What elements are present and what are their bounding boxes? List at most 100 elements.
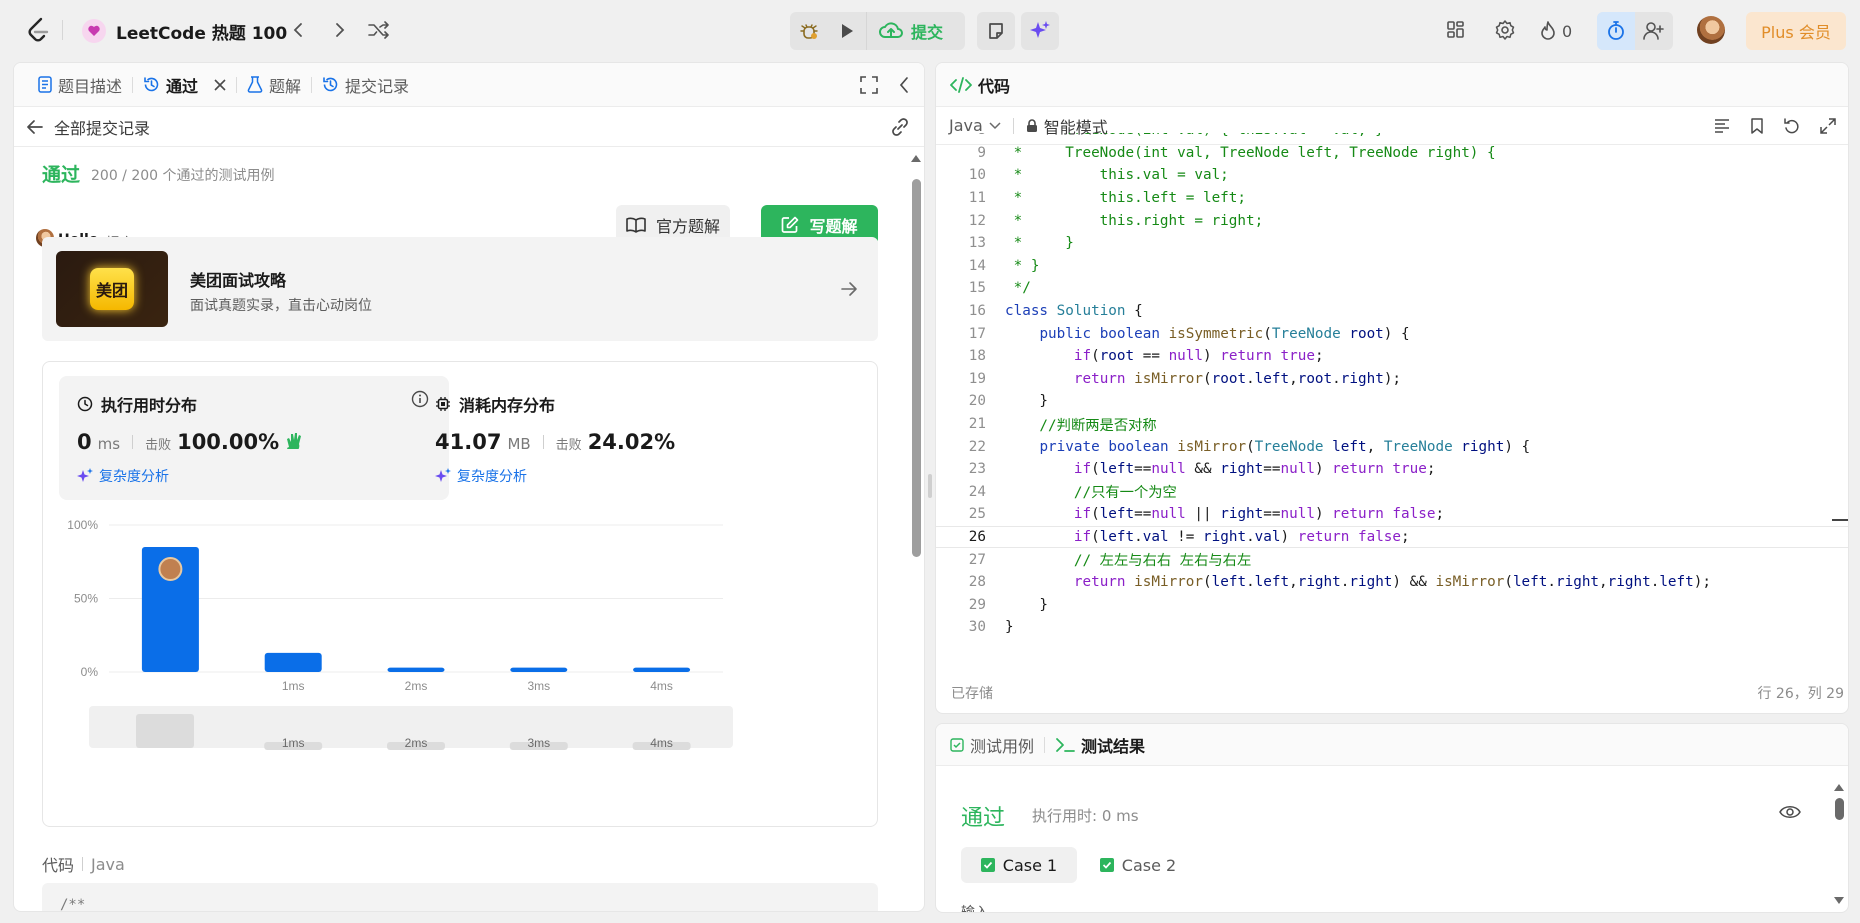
eye-icon[interactable] — [1779, 804, 1801, 820]
code-line[interactable]: 14 * } — [936, 255, 1848, 278]
settings-gear-icon[interactable] — [1493, 18, 1517, 42]
chart-bar[interactable] — [387, 667, 445, 672]
chart-bar[interactable] — [633, 667, 691, 672]
plus-membership-button[interactable]: Plus 会员 — [1746, 12, 1846, 50]
runtime-distribution-chart[interactable]: 100% 50% 0% 1ms 2ms 3ms 4ms 1ms 2ms 3ms 4ms — [53, 510, 853, 830]
code-line[interactable]: 24 //只有一个为空 — [936, 481, 1848, 504]
code-line[interactable]: 27 // 左左与右右 左右与右左 — [936, 548, 1848, 571]
streak-count: 0 — [1562, 21, 1573, 41]
share-link-icon[interactable] — [890, 117, 910, 137]
close-icon[interactable] — [214, 78, 226, 91]
scroll-up-icon[interactable] — [1833, 782, 1845, 792]
left-scrollbar[interactable] — [910, 153, 922, 899]
case-tab-1[interactable]: Case 1 — [961, 847, 1077, 883]
tab-accepted-label: 通过 — [166, 76, 199, 96]
debug-icon[interactable] — [790, 12, 828, 50]
run-icon[interactable] — [828, 12, 866, 50]
x-tick-label: 1ms — [282, 679, 305, 693]
memory-analysis-label: 复杂度分析 — [457, 469, 527, 485]
checkbox-icon — [950, 737, 964, 752]
add-friend-icon[interactable] — [1635, 12, 1673, 50]
code-line[interactable]: 10 * this.val = val; — [936, 164, 1848, 187]
brush-selection[interactable] — [136, 714, 194, 748]
history-icon — [322, 76, 339, 93]
panel-resize-handle[interactable] — [928, 474, 932, 498]
runtime-analysis-link[interactable]: 复杂度分析 — [77, 466, 169, 486]
problem-list-button[interactable]: LeetCode 热题 100 — [82, 16, 287, 46]
edit-icon — [781, 216, 799, 234]
code-line[interactable]: 8 * TreeNode(int val) { this.val = val; … — [936, 133, 1848, 142]
code-line[interactable]: 16 class Solution { — [936, 300, 1848, 323]
official-solution-label: 官方题解 — [655, 217, 720, 236]
editor-status-bar: 已存储 行 26，列 29 — [936, 669, 1848, 713]
tab-solutions[interactable]: 题解 — [237, 63, 311, 107]
tab-accepted[interactable]: 通过 — [133, 63, 236, 107]
left-tab-bar: 题目描述 通过 题解 提交记录 — [14, 63, 924, 107]
reset-icon[interactable] — [1784, 118, 1800, 134]
chart-bar[interactable] — [510, 667, 568, 672]
chevron-down-icon — [989, 121, 1001, 129]
user-avatar[interactable] — [1697, 16, 1725, 44]
code-line[interactable]: 9 * TreeNode(int val, TreeNode left, Tre… — [936, 142, 1848, 165]
ai-button[interactable] — [1021, 12, 1060, 50]
code-line[interactable]: 23 if(left==null && right==null) return … — [936, 458, 1848, 481]
scroll-thumb[interactable] — [912, 179, 921, 557]
line-number: 12 — [968, 212, 986, 229]
code-editor[interactable]: 8 * TreeNode(int val) { this.val = val; … — [936, 133, 1848, 643]
code-line[interactable]: 29 } — [936, 594, 1848, 617]
prev-problem-icon[interactable] — [286, 18, 310, 42]
line-number: 19 — [968, 370, 986, 387]
tab-test-result[interactable]: 测试结果 — [1045, 724, 1155, 767]
tab-submissions[interactable]: 提交记录 — [312, 63, 419, 107]
bookmark-icon[interactable] — [1750, 118, 1764, 134]
case-tab-2[interactable]: Case 2 — [1083, 847, 1193, 883]
code-line[interactable]: 18 if(root == null) return true; — [936, 345, 1848, 368]
overview-label: 4ms — [650, 736, 673, 750]
runtime-card[interactable]: 执行用时分布 0 ms 击败 100.00% 复杂度分析 — [59, 376, 449, 500]
code-line[interactable]: 15 */ — [936, 277, 1848, 300]
code-text: } — [1005, 596, 1049, 613]
runtime-analysis-label: 复杂度分析 — [99, 469, 169, 485]
tab-code[interactable]: 代码 — [950, 63, 1020, 107]
memory-analysis-link[interactable]: 复杂度分析 — [435, 466, 527, 486]
tab-description[interactable]: 题目描述 — [28, 63, 132, 107]
all-submissions-link[interactable]: 全部提交记录 — [54, 115, 150, 139]
next-problem-icon[interactable] — [328, 18, 352, 42]
submit-button[interactable]: 提交 — [866, 12, 965, 50]
runtime-beats-label: 击败 — [145, 438, 172, 453]
chart-bar[interactable] — [264, 652, 322, 672]
scroll-down-icon[interactable] — [1833, 896, 1845, 906]
notes-button[interactable] — [977, 12, 1016, 50]
scroll-up-icon[interactable] — [910, 153, 922, 163]
code-line[interactable]: 17 public boolean isSymmetric(TreeNode r… — [936, 322, 1848, 345]
format-icon[interactable] — [1714, 118, 1730, 134]
code-line[interactable]: 28 return isMirror(left.left,right.right… — [936, 571, 1848, 594]
scroll-thumb[interactable] — [1835, 798, 1844, 820]
code-line[interactable]: 19 return isMirror(root.left,root.right)… — [936, 368, 1848, 391]
stopwatch-icon[interactable] — [1597, 12, 1635, 50]
collapse-panel-icon[interactable] — [898, 76, 910, 94]
leetcode-logo[interactable] — [26, 14, 50, 46]
code-line[interactable]: 22 private boolean isMirror(TreeNode lef… — [936, 435, 1848, 458]
code-line[interactable]: 11 * this.left = left; — [936, 187, 1848, 210]
expand-icon[interactable] — [1820, 118, 1836, 134]
line-number: 10 — [968, 167, 986, 184]
code-text: // 左左与右右 左右与右左 — [1005, 553, 1252, 570]
tab-testcases[interactable]: 测试用例 — [950, 724, 1044, 767]
back-arrow-icon[interactable] — [26, 119, 44, 135]
test-scrollbar[interactable] — [1833, 782, 1845, 904]
fullscreen-icon[interactable] — [860, 76, 878, 94]
code-line[interactable]: 25 if(left==null || right==null) return … — [936, 503, 1848, 526]
layout-icon[interactable] — [1444, 18, 1468, 42]
code-line[interactable]: 21 //判断两是否对称 — [936, 413, 1848, 436]
code-line[interactable]: 12 * this.right = right; — [936, 209, 1848, 232]
memory-card[interactable]: 消耗内存分布 41.07 MB 击败 24.02% 复杂度分析 — [417, 376, 837, 500]
code-line[interactable]: 26 if(left.val != right.val) return fals… — [936, 525, 1848, 549]
code-line[interactable]: 13 * } — [936, 232, 1848, 255]
code-line[interactable]: 30} — [936, 616, 1848, 639]
line-number: 8 — [936, 133, 986, 138]
shuffle-icon[interactable] — [366, 18, 392, 42]
code-line[interactable]: 20 } — [936, 390, 1848, 413]
promo-card[interactable]: 美团 美团面试攻略 面试真题实录，直击心动岗位 — [42, 237, 878, 341]
streak-counter[interactable]: 0 — [1540, 18, 1572, 44]
